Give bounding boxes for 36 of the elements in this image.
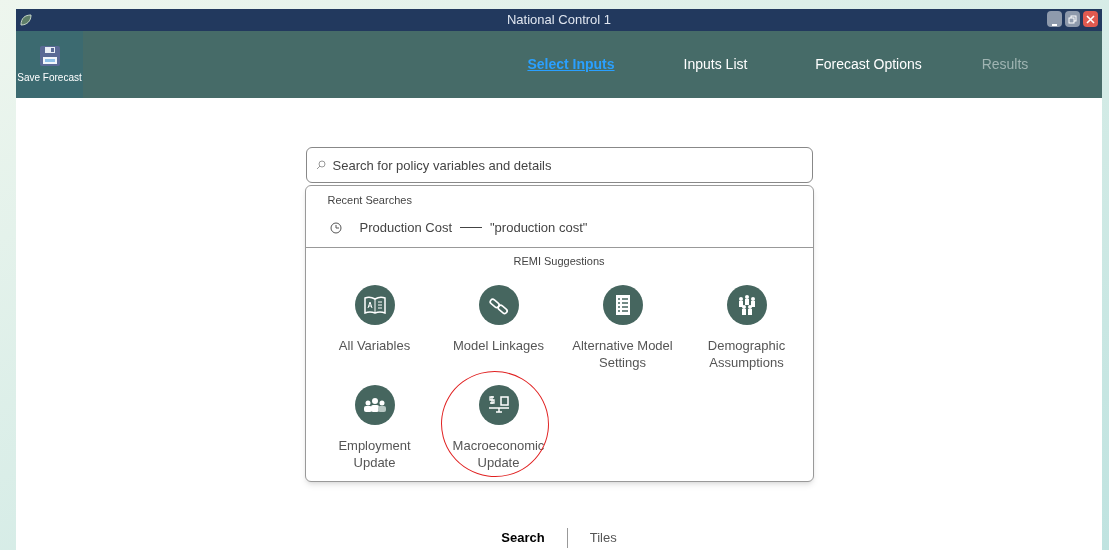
view-tab[interactable]: Tiles (589, 528, 617, 548)
search-icon (315, 160, 326, 170)
people-icon (354, 385, 395, 425)
window-title: National Control 1 (506, 11, 612, 30)
section-heading: REMI Suggestions (512, 253, 606, 269)
dollar-computer-icon (478, 385, 519, 425)
checklist-icon (602, 285, 643, 325)
book-icon (354, 285, 395, 325)
suggestion-tile[interactable]: Employment Update (318, 385, 431, 471)
tile-label: Model Linkages (451, 337, 546, 354)
search-field[interactable]: Search for policy variables and details (305, 147, 813, 183)
tile-label: Macroeconomic Update (451, 437, 546, 471)
recent-search-item[interactable]: Production Cost "production cost" (305, 212, 813, 243)
suggestion-tile[interactable]: Demographic Assumptions (690, 285, 803, 371)
section-heading: Recent Searches (326, 193, 413, 208)
suggestion-tile[interactable]: All Variables (318, 285, 431, 371)
close-button[interactable] (1083, 11, 1098, 27)
tile-label: Alternative Model Settings (571, 337, 674, 371)
restore-button[interactable] (1065, 11, 1080, 27)
suggestion-tile[interactable]: Alternative Model Settings (566, 285, 679, 371)
minimize-button[interactable] (1047, 11, 1062, 27)
suggestion-tile[interactable]: Macroeconomic Update (442, 385, 555, 471)
restore-icon (1068, 14, 1077, 24)
clock-icon (329, 221, 342, 234)
tile-label: Demographic Assumptions (706, 337, 787, 371)
nav-tab[interactable]: Forecast Options (792, 54, 945, 75)
suggestion-tile[interactable]: Model Linkages (442, 285, 555, 371)
close-icon (1086, 14, 1095, 24)
tile-label: Employment Update (337, 437, 412, 471)
chain-link-icon (478, 285, 519, 325)
view-tab[interactable]: Search (501, 528, 545, 548)
save-forecast-button[interactable]: Save Forecast (16, 31, 83, 98)
nav-tab[interactable]: Inputs List (639, 54, 792, 75)
people-group-icon (726, 285, 767, 325)
tile-label: All Variables (337, 337, 412, 354)
leaf-icon (19, 13, 33, 27)
